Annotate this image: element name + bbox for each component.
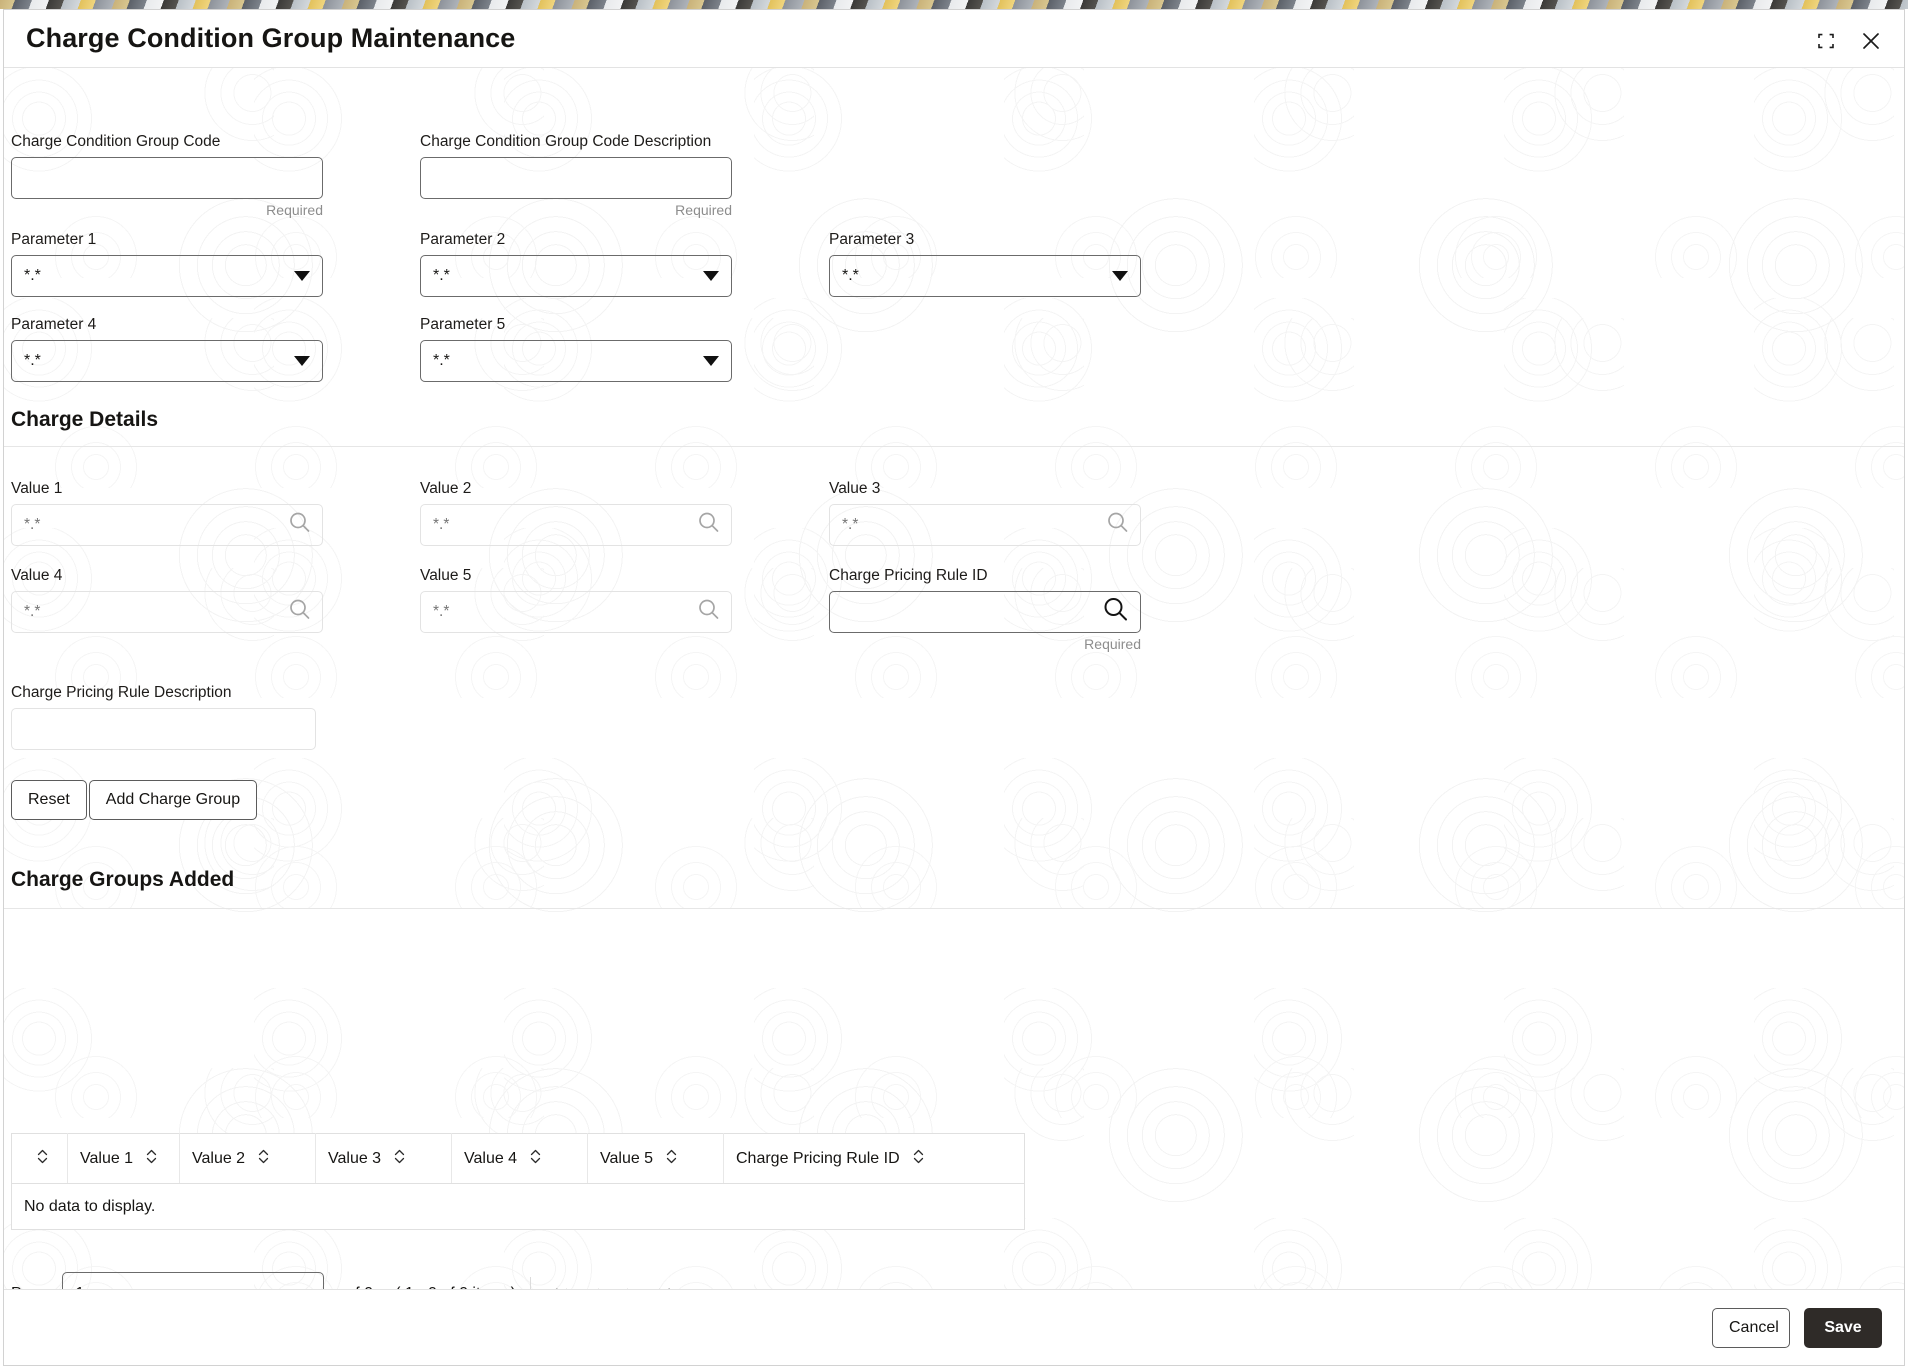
- add-charge-group-button[interactable]: Add Charge Group: [88, 780, 258, 820]
- sort-icon[interactable]: [145, 1148, 158, 1170]
- table-empty-message: No data to display.: [11, 1183, 1025, 1230]
- column-label-value-5: Value 5: [600, 1149, 654, 1167]
- label-parameter-3: Parameter 3: [829, 231, 915, 248]
- value-1-input[interactable]: [11, 504, 323, 546]
- value-4-input[interactable]: [11, 591, 323, 633]
- cancel-button[interactable]: Cancel: [1712, 1307, 1790, 1348]
- parameter-5-value: *.*: [433, 352, 450, 369]
- table-empty-row: No data to display.: [11, 1183, 1025, 1230]
- column-header-select[interactable]: [11, 1133, 68, 1184]
- page-background-strip: [0, 0, 1908, 9]
- parameter-1-select[interactable]: *.*: [11, 255, 323, 297]
- charge-pricing-rule-id-input[interactable]: [829, 591, 1141, 633]
- sort-icon[interactable]: [665, 1148, 678, 1170]
- field-charge-pricing-rule-id: Charge Pricing Rule ID Required: [829, 566, 1141, 652]
- dialog-header: Charge Condition Group Maintenance: [4, 10, 1904, 68]
- charge-groups-added-divider: [4, 908, 1904, 909]
- sort-icon[interactable]: [36, 1148, 49, 1170]
- table-body: No data to display.: [11, 1183, 1025, 1230]
- parameter-4-select[interactable]: *.*: [11, 340, 323, 382]
- value-2-input[interactable]: [420, 504, 732, 546]
- column-header-charge-pricing-rule-id[interactable]: Charge Pricing Rule ID: [723, 1133, 1025, 1184]
- label-charge-pricing-rule-description: Charge Pricing Rule Description: [11, 684, 232, 701]
- column-label-value-2: Value 2: [192, 1149, 246, 1167]
- parameter-2-select[interactable]: *.*: [420, 255, 732, 297]
- field-value-3: Value 3: [829, 479, 1141, 546]
- parameter-3-select[interactable]: *.*: [829, 255, 1141, 297]
- field-parameter-5: Parameter 5 *.*: [420, 315, 732, 382]
- label-parameter-4: Parameter 4: [11, 316, 97, 333]
- charge-pricing-rule-description-input[interactable]: [11, 708, 316, 750]
- label-value-1: Value 1: [11, 480, 63, 497]
- label-parameter-1: Parameter 1: [11, 231, 97, 248]
- label-charge-condition-group-code: Charge Condition Group Code: [11, 133, 221, 150]
- field-value-4: Value 4: [11, 566, 323, 633]
- field-value-1: Value 1: [11, 479, 323, 546]
- label-value-4: Value 4: [11, 567, 63, 584]
- required-hint-charge-pricing-rule-id: Required: [1084, 636, 1141, 652]
- value-5-input[interactable]: [420, 591, 732, 633]
- sort-icon[interactable]: [257, 1148, 270, 1170]
- parameter-4-value: *.*: [24, 352, 41, 369]
- charge-condition-group-code-description-input[interactable]: [420, 157, 732, 199]
- column-label-value-3: Value 3: [328, 1149, 382, 1167]
- column-header-value-2[interactable]: Value 2: [179, 1133, 316, 1184]
- required-hint-group-code: Required: [266, 202, 323, 218]
- charge-groups-table: Value 1 Value 2 Value 3 Value 4 Value 5 …: [11, 1133, 1025, 1230]
- sort-icon[interactable]: [393, 1148, 406, 1170]
- label-parameter-2: Parameter 2: [420, 231, 506, 248]
- table-header-row: Value 1 Value 2 Value 3 Value 4 Value 5 …: [11, 1133, 1025, 1184]
- charge-details-section-title: Charge Details: [11, 408, 159, 431]
- page-title: Charge Condition Group Maintenance: [26, 23, 516, 53]
- column-label-charge-pricing-rule-id: Charge Pricing Rule ID: [736, 1149, 900, 1167]
- column-label-value-1: Value 1: [80, 1149, 134, 1167]
- sort-icon[interactable]: [912, 1148, 925, 1170]
- collapse-corners-icon[interactable]: [1811, 26, 1841, 56]
- label-charge-pricing-rule-id: Charge Pricing Rule ID: [829, 567, 988, 584]
- charge-details-actions: Reset Add Charge Group: [11, 780, 258, 820]
- parameter-5-select[interactable]: *.*: [420, 340, 732, 382]
- field-parameter-4: Parameter 4 *.*: [11, 315, 323, 382]
- dialog-body: Charge Condition Group Code Required Cha…: [4, 68, 1904, 1316]
- label-charge-condition-group-code-description: Charge Condition Group Code Description: [420, 133, 712, 150]
- field-charge-pricing-rule-description: Charge Pricing Rule Description: [11, 683, 323, 750]
- reset-button[interactable]: Reset: [11, 780, 87, 820]
- parameter-3-value: *.*: [842, 267, 859, 284]
- charge-condition-group-code-input[interactable]: [11, 157, 323, 199]
- column-header-value-3[interactable]: Value 3: [315, 1133, 452, 1184]
- parameter-1-value: *.*: [24, 267, 41, 284]
- label-value-2: Value 2: [420, 480, 472, 497]
- sort-icon[interactable]: [529, 1148, 542, 1170]
- column-label-value-4: Value 4: [464, 1149, 518, 1167]
- field-parameter-2: Parameter 2 *.*: [420, 230, 732, 297]
- field-parameter-3: Parameter 3 *.*: [829, 230, 1141, 297]
- column-header-value-5[interactable]: Value 5: [587, 1133, 724, 1184]
- charge-details-divider: [4, 446, 1904, 447]
- field-charge-condition-group-code: Charge Condition Group Code Required: [11, 132, 323, 218]
- label-value-3: Value 3: [829, 480, 881, 497]
- field-charge-condition-group-code-description: Charge Condition Group Code Description …: [420, 132, 732, 218]
- field-value-5: Value 5: [420, 566, 732, 633]
- label-value-5: Value 5: [420, 567, 472, 584]
- close-icon[interactable]: [1856, 26, 1886, 56]
- field-value-2: Value 2: [420, 479, 732, 546]
- column-header-value-1[interactable]: Value 1: [67, 1133, 180, 1184]
- parameter-2-value: *.*: [433, 267, 450, 284]
- dialog-footer: Cancel Save: [4, 1289, 1904, 1365]
- required-hint-group-code-description: Required: [675, 202, 732, 218]
- field-parameter-1: Parameter 1 *.*: [11, 230, 323, 297]
- charge-groups-added-section-title: Charge Groups Added: [11, 868, 235, 891]
- value-3-input[interactable]: [829, 504, 1141, 546]
- column-header-value-4[interactable]: Value 4: [451, 1133, 588, 1184]
- charge-condition-group-maintenance-dialog: Charge Condition Group Maintenance Charg…: [3, 9, 1905, 1366]
- label-parameter-5: Parameter 5: [420, 316, 506, 333]
- save-button[interactable]: Save: [1804, 1307, 1882, 1348]
